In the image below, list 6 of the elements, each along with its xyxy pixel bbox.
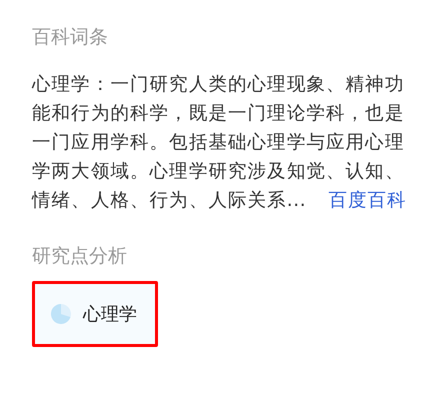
- section-heading: 百科词条: [32, 25, 109, 50]
- section-heading: 研究点分析: [32, 244, 128, 269]
- pie-chart-icon: [51, 304, 71, 324]
- source-link[interactable]: 百度百科: [328, 190, 407, 211]
- summary-text: 心理学：一门研究人类的心理现象、精神功能和行为的科学，既是一门理论学科，也是一门应用学科。包括基础心理学与应用心理学两大领域。心理学研究涉及知觉、认知、情绪、人格、行为、人际关系... 百度百科: [32, 73, 408, 213]
- topic-button[interactable]: 心理学: [32, 281, 158, 347]
